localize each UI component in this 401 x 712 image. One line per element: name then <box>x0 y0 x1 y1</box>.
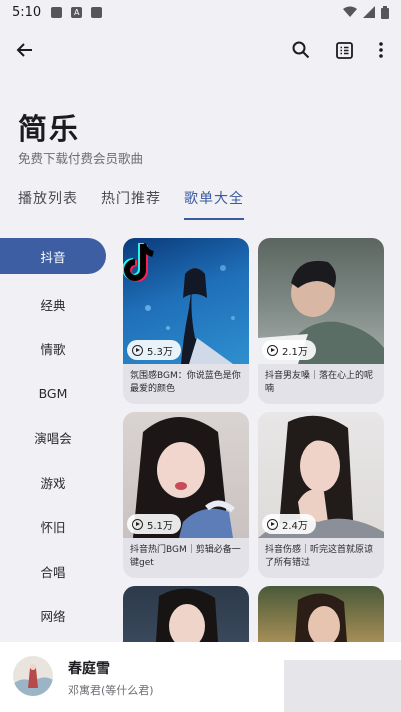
play-count-badge: 2.4万 <box>262 514 316 534</box>
playlist-cover: 2.4万 <box>258 412 384 538</box>
play-count: 2.4万 <box>282 520 308 532</box>
notification-icon <box>91 6 103 18</box>
playlist-card[interactable] <box>123 586 249 642</box>
playlist-card[interactable] <box>258 586 384 642</box>
category-nav: 抖音 经典 情歌 BGM 演唱会 游戏 怀旧 合唱 网络 <box>0 238 106 638</box>
category-item-internet[interactable]: 网络 <box>0 594 106 639</box>
category-item-bgm[interactable]: BGM <box>0 371 106 416</box>
category-item-classic[interactable]: 经典 <box>0 282 106 327</box>
now-playing-title: 春庭雪 <box>68 661 110 677</box>
back-button[interactable] <box>11 36 39 64</box>
play-icon <box>132 344 143 356</box>
portrait-image <box>155 588 219 642</box>
tab-hot-recommend[interactable]: 热门推荐 <box>101 188 161 220</box>
tab-all-playlists[interactable]: 歌单大全 <box>184 188 244 220</box>
playlist-card[interactable]: 5.3万 氛围感BGM：你说蓝色是你最爱的颜色 <box>123 238 249 404</box>
tab-playlist[interactable]: 播放列表 <box>18 188 78 220</box>
battery-icon <box>381 5 389 19</box>
category-item-game[interactable]: 游戏 <box>0 460 106 505</box>
play-icon <box>267 344 278 356</box>
search-icon <box>292 41 310 59</box>
notification-a-icon: A <box>71 6 83 18</box>
playlist-title: 抖音男友嗓｜落在心上的呢喃 <box>265 371 374 394</box>
album-art[interactable] <box>13 656 53 696</box>
search-button[interactable] <box>287 36 315 64</box>
page-title: 简乐 <box>18 112 81 146</box>
status-bar: 5:10 A <box>0 0 401 24</box>
category-item-nostalgia[interactable]: 怀旧 <box>0 505 106 550</box>
now-playing-artist: 邓寓君(等什么君) <box>68 684 154 697</box>
playlist-title: 抖音热门BGM｜剪辑必备一键get <box>130 545 241 568</box>
portrait-image <box>295 593 347 642</box>
arrow-back-icon <box>16 43 32 57</box>
more-vert-icon <box>379 42 383 58</box>
play-icon <box>132 518 143 530</box>
play-count: 2.1万 <box>282 346 308 358</box>
playlist-cover <box>258 586 384 642</box>
page-subtitle: 免费下载付费会员歌曲 <box>18 151 144 166</box>
status-time: 5:10 <box>12 4 42 20</box>
playlist-grid: 5.3万 氛围感BGM：你说蓝色是你最爱的颜色 2.1万 抖音男友嗓｜落在心上的… <box>123 238 385 642</box>
category-item-love-songs[interactable]: 情歌 <box>0 327 106 372</box>
list-icon <box>335 41 353 59</box>
more-button[interactable] <box>367 36 395 64</box>
category-item-douyin[interactable]: 抖音 <box>0 238 106 274</box>
wifi-icon <box>343 6 357 17</box>
play-icon <box>267 518 278 530</box>
tab-bar: 播放列表 热门推荐 歌单大全 <box>18 188 244 220</box>
playlist-cover: 2.1万 <box>258 238 384 364</box>
album-art-image <box>13 656 53 696</box>
signal-icon <box>363 6 375 18</box>
notification-icon <box>51 6 63 18</box>
play-count: 5.1万 <box>147 520 173 532</box>
player-controls-area[interactable] <box>284 660 401 712</box>
mini-player[interactable]: 春庭雪 邓寓君(等什么君) <box>0 642 401 712</box>
playlist-card[interactable]: 2.1万 抖音男友嗓｜落在心上的呢喃 <box>258 238 384 404</box>
playlist-title: 抖音伤感｜听完这首就原谅了所有错过 <box>265 545 374 568</box>
playlist-card[interactable]: 5.1万 抖音热门BGM｜剪辑必备一键get <box>123 412 249 578</box>
playlist-cover <box>123 586 249 642</box>
play-count-badge: 2.1万 <box>262 340 316 360</box>
playlist-card[interactable]: 2.4万 抖音伤感｜听完这首就原谅了所有错过 <box>258 412 384 578</box>
play-count: 5.3万 <box>147 346 173 358</box>
list-button[interactable] <box>330 36 358 64</box>
playlist-title: 氛围感BGM：你说蓝色是你最爱的颜色 <box>130 371 241 394</box>
playlist-cover: 5.1万 <box>123 412 249 538</box>
play-count-badge: 5.3万 <box>127 340 181 360</box>
app-bar <box>0 30 401 70</box>
playlist-cover: 5.3万 <box>123 238 249 364</box>
category-item-chorus[interactable]: 合唱 <box>0 549 106 594</box>
category-item-concert[interactable]: 演唱会 <box>0 416 106 461</box>
play-count-badge: 5.1万 <box>127 514 181 534</box>
